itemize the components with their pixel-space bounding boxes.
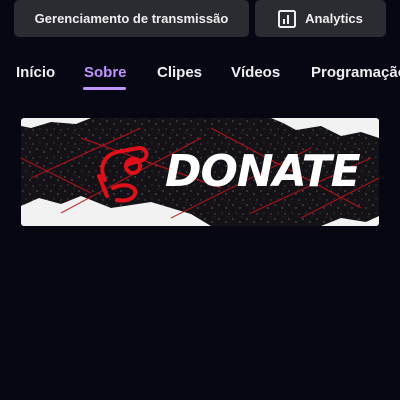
tab-videos[interactable]: Vídeos xyxy=(231,64,280,81)
tab-programacao[interactable]: Programação xyxy=(311,64,400,81)
tab-sobre[interactable]: Sobre xyxy=(84,64,127,81)
active-tab-indicator xyxy=(83,87,126,90)
tab-inicio[interactable]: Início xyxy=(16,64,55,81)
analytics-button[interactable]: Analytics xyxy=(255,0,386,37)
analytics-label: Analytics xyxy=(305,11,363,26)
stream-manager-button[interactable]: Gerenciamento de transmissão xyxy=(14,0,249,37)
stream-manager-label: Gerenciamento de transmissão xyxy=(34,11,229,26)
tab-clipes[interactable]: Clipes xyxy=(157,64,202,81)
channel-tabs: Início Sobre Clipes Vídeos Programação xyxy=(16,60,400,96)
top-toolbar: Gerenciamento de transmissão Analytics xyxy=(14,0,400,38)
donate-label: DONATE xyxy=(165,146,361,197)
donate-panel-banner[interactable]: DONATE xyxy=(21,118,379,226)
bar-chart-icon xyxy=(278,9,297,28)
